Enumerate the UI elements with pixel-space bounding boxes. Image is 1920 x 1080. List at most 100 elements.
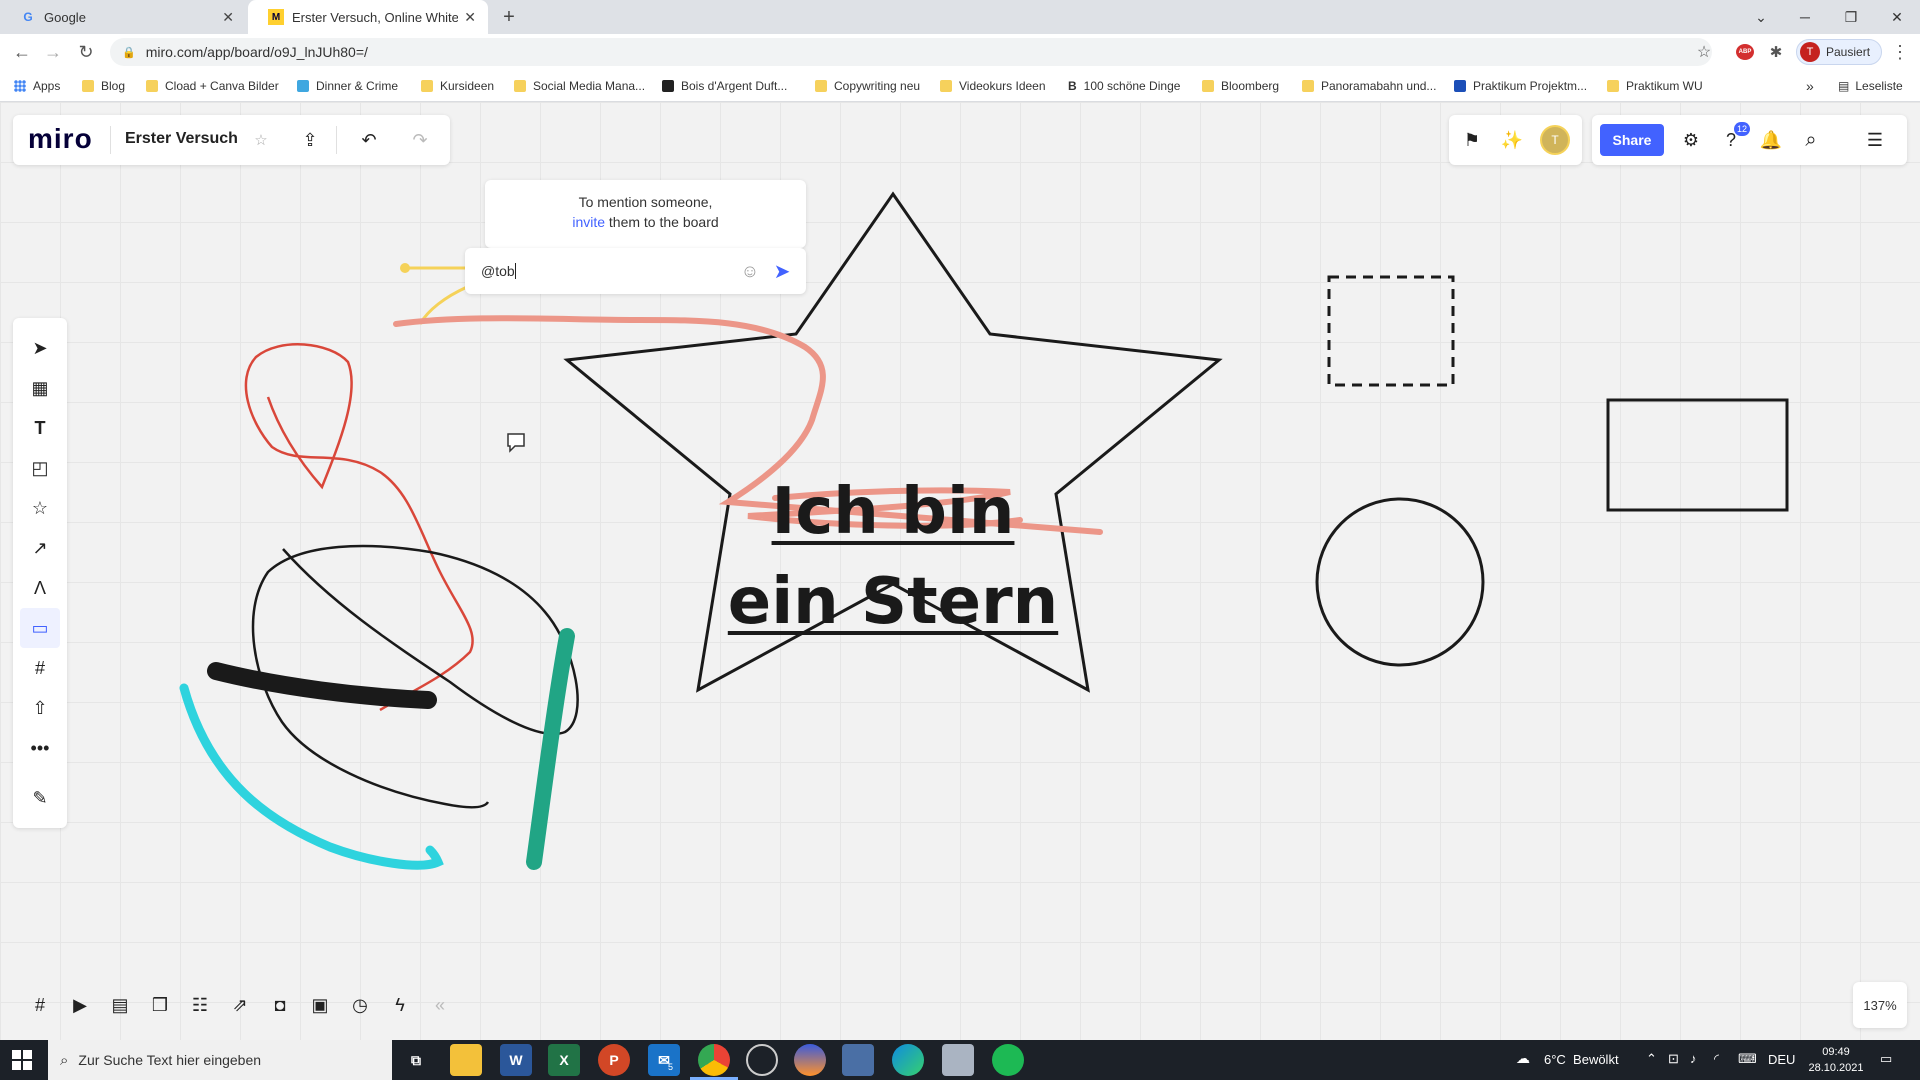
search-icon[interactable]: ⌕ [1796, 125, 1826, 155]
network-icon[interactable]: ⊡ [1668, 1051, 1679, 1067]
minimize-icon[interactable]: ─ [1790, 4, 1820, 30]
bookmark-item[interactable]: B 100 schöne Dinge [1068, 77, 1180, 95]
input-language[interactable]: DEU [1768, 1052, 1795, 1067]
whiteboard-canvas[interactable]: Ich bin ein Stern miro Erster Versuch ☆ … [0, 102, 1920, 1040]
app-icon[interactable] [842, 1044, 874, 1076]
share-screen-icon[interactable]: ⇗ [225, 990, 255, 1020]
sticky-note-icon[interactable]: ◰ [20, 448, 60, 488]
frame-tool-icon[interactable]: # [20, 648, 60, 688]
upload-icon[interactable]: ⇧ [20, 688, 60, 728]
mail-icon[interactable]: ✉ [648, 1044, 680, 1076]
tray-chevron-icon[interactable]: ⌃ [1646, 1051, 1657, 1067]
keyboard-icon[interactable]: ⌨ [1738, 1051, 1757, 1067]
extensions-icon[interactable]: ✱ [1764, 40, 1788, 64]
emoji-icon[interactable]: ☺ [735, 256, 765, 286]
settings-sliders-icon[interactable]: ⚙ [1676, 125, 1706, 155]
close-tab-icon[interactable]: ✕ [464, 9, 476, 26]
notification-center-icon[interactable]: ▭ [1880, 1051, 1892, 1067]
text-tool-icon[interactable]: T [20, 408, 60, 448]
more-tools-icon[interactable]: ••• [20, 728, 60, 768]
reading-list[interactable]: ▤ Leseliste [1838, 77, 1903, 95]
address-bar[interactable]: 🔒 miro.com/app/board/o9J_lnJUh80=/ [110, 38, 1712, 66]
bookmark-apps[interactable]: Apps [14, 77, 60, 95]
board-title[interactable]: Erster Versuch [125, 130, 238, 148]
volume-icon[interactable]: ♪ [1690, 1051, 1697, 1066]
celebrate-icon[interactable]: ✨ [1497, 125, 1527, 155]
reload-icon[interactable]: ↻ [74, 40, 98, 64]
export-icon[interactable]: ⇪ [295, 125, 325, 155]
favorite-star-icon[interactable]: ☆ [249, 127, 273, 153]
board-menu-icon[interactable]: ☰ [1860, 125, 1890, 155]
clock[interactable]: 09:49 28.10.2021 [1806, 1044, 1866, 1076]
pen-tool-icon[interactable]: Λ [20, 568, 60, 608]
presentation-icon[interactable]: ▶ [65, 990, 95, 1020]
bookmark-item[interactable]: Kursideen [421, 77, 494, 95]
lightning-icon[interactable]: ϟ [385, 990, 415, 1020]
comment-tool-icon[interactable]: ▭ [20, 608, 60, 648]
taskbar-search[interactable]: ⌕ Zur Suche Text hier eingeben [48, 1040, 392, 1080]
profile-button[interactable]: T Pausiert [1796, 39, 1882, 65]
window-close-icon[interactable]: ✕ [1882, 4, 1912, 30]
bookmark-item[interactable]: Bloomberg [1202, 77, 1279, 95]
star-text[interactable]: Ich bin ein Stern [693, 467, 1093, 647]
edge-icon[interactable] [892, 1044, 924, 1076]
chrome-icon[interactable] [698, 1044, 730, 1076]
redo-icon[interactable]: ↷ [405, 125, 435, 155]
bookmark-item[interactable]: Videokurs Ideen [940, 77, 1046, 95]
share-button[interactable]: Share [1600, 124, 1664, 156]
send-icon[interactable]: ➤ [767, 256, 797, 286]
more-bookmarks-button[interactable]: » [1806, 77, 1814, 95]
shapes-icon[interactable]: ☆ [20, 488, 60, 528]
tab-google[interactable]: G Google ✕ [0, 0, 246, 34]
comment-input[interactable]: @tob ☺ ➤ [465, 248, 806, 294]
adblock-icon[interactable]: ABP [1736, 44, 1754, 60]
close-tab-icon[interactable]: ✕ [222, 9, 234, 26]
invite-link[interactable]: invite [572, 214, 605, 230]
bookmark-item[interactable]: Panoramabahn und... [1302, 77, 1436, 95]
powerpoint-icon[interactable]: P [598, 1044, 630, 1076]
notifications-bell-icon[interactable]: 🔔 [1756, 125, 1786, 155]
weather-text[interactable]: 6°C Bewölkt [1544, 1052, 1619, 1067]
windows-start-icon[interactable] [12, 1050, 32, 1070]
obs-icon[interactable] [746, 1044, 778, 1076]
templates-icon[interactable]: ▦ [20, 368, 60, 408]
app-icon[interactable] [794, 1044, 826, 1076]
connection-line-icon[interactable]: ↗ [20, 528, 60, 568]
word-icon[interactable]: W [500, 1044, 532, 1076]
new-tab-button[interactable]: + [496, 4, 522, 30]
task-view-icon[interactable]: ⧉ [400, 1044, 432, 1076]
browser-menu-icon[interactable]: ⋮ [1888, 40, 1912, 64]
select-tool-icon[interactable]: ➤ [20, 328, 60, 368]
file-explorer-icon[interactable] [450, 1044, 482, 1076]
forward-icon[interactable]: → [41, 40, 65, 64]
zoom-level[interactable]: 137% [1853, 982, 1907, 1028]
screen-record-icon[interactable]: ◘ [265, 990, 295, 1020]
excel-icon[interactable]: X [548, 1044, 580, 1076]
undo-icon[interactable]: ↶ [354, 125, 384, 155]
bookmark-star-icon[interactable]: ☆ [1692, 40, 1716, 64]
cursor-flag-icon[interactable]: ⚑ [1457, 125, 1487, 155]
frames-icon[interactable]: # [25, 990, 55, 1020]
bookmark-item[interactable]: Praktikum WU [1607, 77, 1703, 95]
wifi-icon[interactable]: ◜ [1714, 1051, 1719, 1067]
bookmark-item[interactable]: Bois d'Argent Duft... [662, 77, 787, 95]
user-avatar[interactable]: T [1540, 125, 1570, 155]
app-icon[interactable] [942, 1044, 974, 1076]
miro-logo[interactable]: miro [28, 123, 93, 155]
collapse-toolbar-button[interactable]: « [425, 990, 455, 1020]
kanban-icon[interactable]: ☷ [185, 990, 215, 1020]
bookmark-item[interactable]: Cload + Canva Bilder [146, 77, 279, 95]
back-icon[interactable]: ← [10, 40, 34, 64]
video-chat-icon[interactable]: ▣ [305, 990, 335, 1020]
timer-icon[interactable]: ◷ [345, 990, 375, 1020]
tab-search-icon[interactable]: ⌄ [1746, 4, 1776, 30]
cards-icon[interactable]: ❒ [145, 990, 175, 1020]
bookmark-item[interactable]: Social Media Mana... [514, 77, 645, 95]
bookmark-item[interactable]: Praktikum Projektm... [1454, 77, 1587, 95]
bookmark-item[interactable]: Blog [82, 77, 125, 95]
spotify-icon[interactable] [992, 1044, 1024, 1076]
tab-miro-board[interactable]: M Erster Versuch, Online Whiteboar ✕ [248, 0, 488, 34]
comments-icon[interactable]: ▤ [105, 990, 135, 1020]
restore-icon[interactable]: ❐ [1836, 4, 1866, 30]
bookmark-item[interactable]: Copywriting neu [815, 77, 920, 95]
